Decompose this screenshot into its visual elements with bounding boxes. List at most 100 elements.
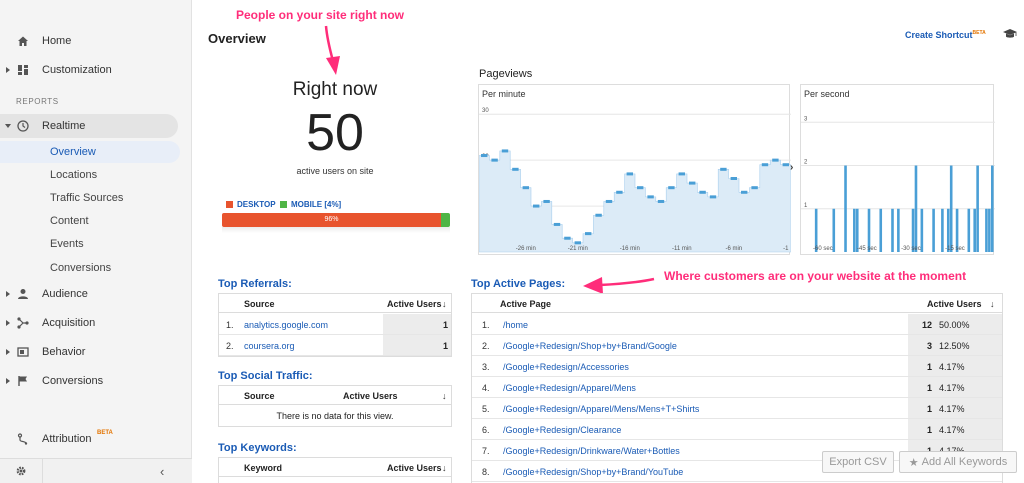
nav-realtime-content[interactable]: Content — [0, 210, 180, 232]
bar — [853, 208, 856, 252]
sort-down-icon[interactable]: ↓ — [442, 391, 447, 401]
export-csv-button[interactable]: Export CSV — [822, 451, 894, 473]
x-tick-label: -16 min — [620, 246, 640, 252]
bar — [941, 208, 944, 252]
percent-value: 50.00% — [939, 320, 970, 330]
reports-section-label: REPORTS — [16, 97, 59, 106]
mobile-label: MOBILE [4%] — [291, 200, 342, 209]
nav-conversions[interactable]: Conversions — [0, 369, 192, 393]
table-header: Source Active Users ↓ — [219, 386, 451, 405]
desktop-bar: 96% — [222, 213, 441, 227]
row-number: 1. — [482, 320, 490, 330]
referral-source-link[interactable]: analytics.google.com — [244, 320, 328, 330]
sort-down-icon[interactable]: ↓ — [442, 463, 447, 473]
active-page-link[interactable]: /Google+Redesign/Shop+by+Brand/YouTube — [503, 467, 683, 477]
attribution-icon — [17, 433, 28, 445]
data-point — [585, 232, 592, 236]
col-active-users[interactable]: Active Users — [927, 299, 982, 309]
table-row: 6. /Google+Redesign/Clearance 1 4.17% — [472, 419, 1002, 440]
top-keywords-title: Top Keywords: — [218, 442, 297, 454]
data-point — [564, 236, 571, 240]
active-page-link[interactable]: /Google+Redesign/Clearance — [503, 425, 621, 435]
col-active-users[interactable]: Active Users — [343, 391, 398, 401]
data-point — [481, 154, 488, 158]
graduation-cap-icon[interactable] — [1003, 28, 1017, 40]
data-point — [678, 172, 685, 176]
sort-down-icon[interactable]: ↓ — [990, 299, 995, 309]
table-row: 5. /Google+Redesign/Apparel/Mens/Mens+T+… — [472, 398, 1002, 419]
active-page-link[interactable]: /Google+Redesign/Apparel/Mens — [503, 383, 636, 393]
active-page-link[interactable]: /Google+Redesign/Drinkware/Water+Bottles — [503, 446, 680, 456]
nav-customization[interactable]: Customization — [0, 58, 192, 82]
nav-sub-label: Traffic Sources — [50, 192, 124, 204]
export-csv-label: Export CSV — [829, 456, 887, 468]
percent-value: 4.17% — [939, 404, 965, 414]
gear-icon[interactable] — [15, 465, 27, 477]
x-tick-label: -6 min — [725, 246, 742, 252]
nav-attribution[interactable]: Attribution BETA — [0, 427, 192, 451]
data-point — [637, 186, 644, 190]
nav-behavior-label: Behavior — [42, 346, 86, 358]
x-tick-label: -15 sec — [945, 246, 965, 252]
add-all-keywords-button[interactable]: ★ Add All Keywords — [899, 451, 1017, 473]
active-users-value: 1 — [926, 404, 932, 414]
bar — [879, 208, 883, 252]
nav-realtime-locations[interactable]: Locations — [0, 164, 180, 186]
desktop-pct-label: 96% — [324, 216, 339, 223]
col-source: Source — [244, 391, 275, 401]
chevron-right-icon[interactable]: › — [790, 162, 800, 176]
nav-conversions-label: Conversions — [42, 375, 104, 387]
data-point — [668, 186, 675, 190]
desktop-swatch — [226, 201, 233, 208]
top-pages-title: Top Active Pages: — [471, 278, 566, 290]
row-number: 2. — [226, 341, 234, 351]
table-row: 4. /Google+Redesign/Apparel/Mens 1 4.17% — [472, 377, 1002, 398]
nav-realtime-conversions[interactable]: Conversions — [0, 257, 180, 279]
create-shortcut-link[interactable]: Create ShortcutBETA — [905, 30, 986, 40]
acquisition-icon — [17, 317, 29, 329]
bar — [891, 208, 894, 252]
data-point — [741, 190, 748, 194]
nav-realtime-events[interactable]: Events — [0, 233, 180, 255]
data-point — [761, 163, 769, 167]
nav-customization-label: Customization — [42, 64, 112, 76]
col-keyword: Keyword — [244, 463, 283, 473]
nav-audience-label: Audience — [42, 288, 88, 300]
col-active-users[interactable]: Active Users — [387, 463, 442, 473]
active-users-value: 1 — [442, 320, 448, 330]
page-title: Overview — [208, 31, 266, 46]
per-minute-chart: Per minute 302010-26 min-21 min-16 min-1… — [478, 84, 791, 255]
referral-source-link[interactable]: coursera.org — [244, 341, 295, 351]
active-page-link[interactable]: /Google+Redesign/Shop+by+Brand/Google — [503, 341, 677, 351]
active-users-subtitle: active users on site — [296, 166, 374, 176]
sort-down-icon[interactable]: ↓ — [442, 299, 447, 309]
data-point — [616, 190, 623, 194]
star-icon: ★ — [908, 456, 919, 469]
nav-home[interactable]: Home — [0, 29, 192, 53]
collapse-sidebar-icon[interactable]: ‹ — [160, 464, 164, 479]
nav-realtime-overview[interactable]: Overview — [0, 141, 180, 163]
active-page-link[interactable]: /home — [503, 320, 528, 330]
per-second-chart: Per second 3 2 1 -60 sec -45 sec -30 sec -15 s… — [800, 84, 995, 255]
data-point — [626, 172, 633, 176]
percent-value: 4.17% — [939, 383, 965, 393]
pageviews-title: Pageviews — [479, 68, 533, 80]
per-second-svg: 3 2 1 -60 sec -45 sec -30 sec -15 sec — [801, 116, 995, 252]
col-active-users[interactable]: Active Users — [387, 299, 442, 309]
nav-behavior[interactable]: Behavior — [0, 340, 192, 364]
nav-home-label: Home — [42, 35, 72, 47]
x-tick-label: -21 min — [568, 246, 588, 252]
active-page-link[interactable]: /Google+Redesign/Accessories — [503, 362, 629, 372]
nav-acquisition[interactable]: Acquisition — [0, 311, 192, 335]
nav-sub-label: Overview — [50, 146, 96, 158]
nav-audience[interactable]: Audience — [0, 282, 192, 306]
x-tick-label: -60 sec — [813, 246, 833, 252]
top-keywords-table: Keyword Active Users ↓ — [218, 457, 452, 483]
row-number: 7. — [482, 446, 490, 456]
active-page-link[interactable]: /Google+Redesign/Apparel/Mens/Mens+T+Shi… — [503, 404, 699, 414]
bar — [832, 208, 836, 252]
active-users-value: 1 — [926, 362, 932, 372]
nav-realtime-traffic-sources[interactable]: Traffic Sources — [0, 187, 180, 209]
per-minute-svg: 302010-26 min-21 min-16 min-11 min-6 min… — [479, 108, 791, 253]
nav-realtime[interactable]: Realtime — [0, 114, 178, 138]
